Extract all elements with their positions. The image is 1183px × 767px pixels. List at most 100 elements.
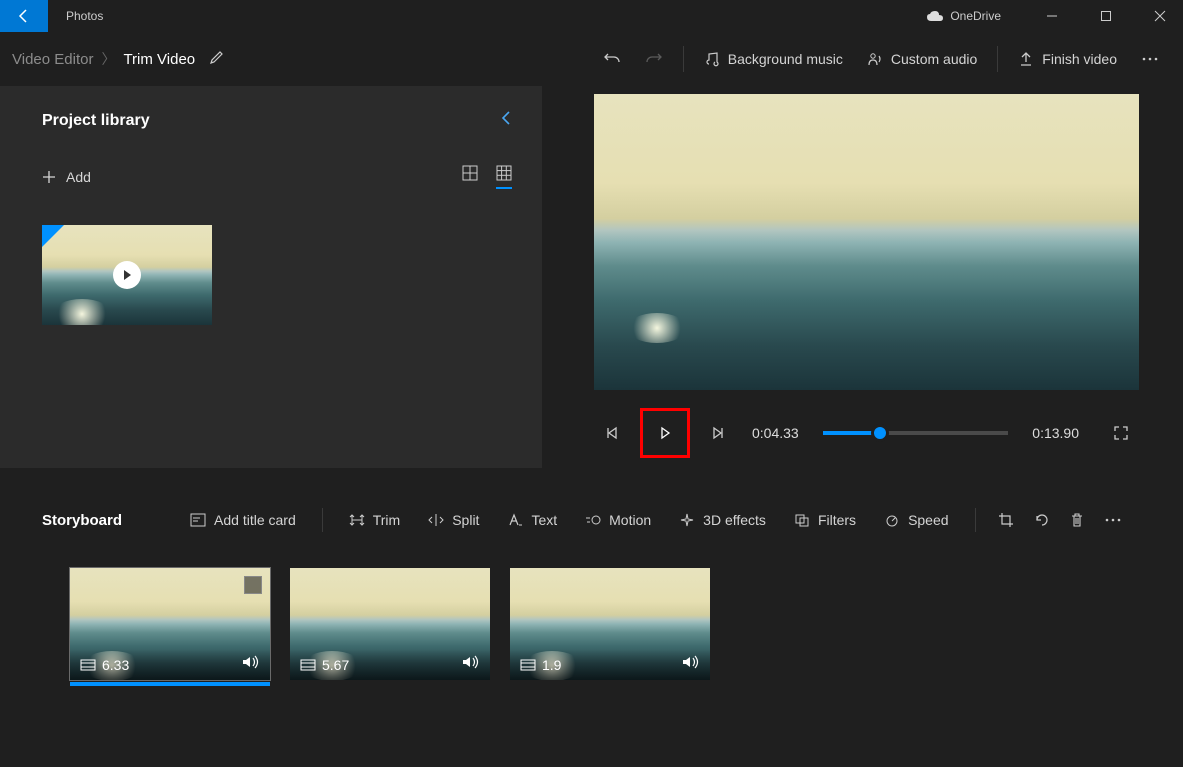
storyboard-title: Storyboard — [42, 512, 122, 529]
clip-volume-button[interactable] — [242, 655, 260, 674]
filters-button[interactable]: Filters — [782, 502, 868, 538]
undo-button[interactable] — [591, 41, 633, 77]
speed-label: Speed — [908, 512, 948, 528]
onedrive-button[interactable]: OneDrive — [926, 9, 1001, 23]
text-label: Text — [531, 512, 557, 528]
library-clip[interactable] — [42, 225, 212, 325]
add-title-card-label: Add title card — [214, 512, 296, 528]
view-small-button[interactable] — [496, 165, 512, 189]
text-button[interactable]: Text — [495, 502, 569, 538]
library-title: Project library — [42, 112, 150, 130]
separator — [322, 508, 323, 532]
redo-button[interactable] — [633, 41, 675, 77]
fullscreen-button[interactable] — [1103, 415, 1139, 451]
delete-button[interactable] — [1062, 502, 1092, 538]
speaker-icon — [462, 655, 480, 669]
background-music-button[interactable]: Background music — [692, 41, 855, 77]
breadcrumb-root[interactable]: Video Editor — [12, 51, 93, 68]
speaker-icon — [682, 655, 700, 669]
play-overlay-icon — [113, 261, 141, 289]
clip-duration: 5.67 — [322, 657, 349, 673]
split-button[interactable]: Split — [416, 502, 491, 538]
collapse-library-button[interactable] — [500, 110, 512, 131]
project-library-panel: Project library Add — [0, 86, 542, 468]
finish-video-label: Finish video — [1042, 51, 1117, 67]
trim-label: Trim — [373, 512, 400, 528]
film-icon — [520, 659, 536, 671]
clip-volume-button[interactable] — [462, 655, 480, 674]
film-icon — [300, 659, 316, 671]
add-label: Add — [66, 169, 91, 185]
step-back-button[interactable] — [594, 415, 630, 451]
storyboard-clip[interactable]: 1.9 — [510, 568, 710, 680]
trash-icon — [1070, 512, 1084, 528]
3d-effects-button[interactable]: 3D effects — [667, 502, 778, 538]
chevron-left-icon — [500, 110, 512, 126]
more-icon — [1141, 57, 1159, 61]
trim-button[interactable]: Trim — [337, 502, 412, 538]
cloud-icon — [926, 10, 944, 22]
separator — [975, 508, 976, 532]
filters-icon — [794, 513, 810, 527]
title-bar: Photos OneDrive — [0, 0, 1183, 32]
step-back-icon — [605, 426, 619, 440]
motion-button[interactable]: Motion — [573, 502, 663, 538]
seek-handle[interactable] — [871, 424, 889, 442]
grid-large-icon — [462, 165, 478, 181]
speed-button[interactable]: Speed — [872, 502, 960, 538]
app-title: Photos — [66, 9, 103, 23]
play-button[interactable] — [640, 408, 690, 458]
storyboard-toolbar: Storyboard Add title card Trim Split Tex… — [0, 494, 1183, 546]
storyboard-clips: 6.33 5.67 1.9 — [0, 546, 1183, 680]
more-button[interactable] — [1129, 41, 1171, 77]
close-button[interactable] — [1137, 0, 1183, 32]
motion-icon — [585, 513, 601, 527]
custom-audio-button[interactable]: Custom audio — [855, 41, 989, 77]
title-card-icon — [190, 513, 206, 527]
filters-label: Filters — [818, 512, 856, 528]
breadcrumb-current: Trim Video — [123, 51, 195, 68]
storyboard-clip[interactable]: 6.33 — [70, 568, 270, 680]
playback-controls: 0:04.33 0:13.90 — [594, 408, 1139, 458]
preview-video[interactable] — [594, 94, 1139, 390]
close-icon — [1154, 10, 1166, 22]
pencil-icon — [209, 49, 225, 65]
sparkle-icon — [679, 513, 695, 527]
add-title-card-button[interactable]: Add title card — [178, 502, 308, 538]
onedrive-label: OneDrive — [950, 9, 1001, 23]
clip-volume-button[interactable] — [682, 655, 700, 674]
minimize-button[interactable] — [1029, 0, 1075, 32]
grid-small-icon — [496, 165, 512, 181]
redo-icon — [645, 50, 663, 68]
minimize-icon — [1046, 10, 1058, 22]
clip-checkbox[interactable] — [244, 576, 262, 594]
speed-icon — [884, 513, 900, 527]
storyboard-clip[interactable]: 5.67 — [290, 568, 490, 680]
storyboard-more-button[interactable] — [1096, 502, 1130, 538]
add-media-button[interactable]: Add — [42, 169, 91, 185]
clip-duration: 1.9 — [542, 657, 561, 673]
finish-video-button[interactable]: Finish video — [1006, 41, 1129, 77]
play-icon — [658, 426, 672, 440]
seek-bar[interactable] — [823, 431, 1009, 435]
undo-icon — [603, 50, 621, 68]
back-button[interactable] — [0, 0, 48, 32]
crop-button[interactable] — [990, 502, 1022, 538]
view-large-button[interactable] — [462, 165, 478, 189]
maximize-icon — [1100, 10, 1112, 22]
plus-icon — [42, 170, 56, 184]
rename-button[interactable] — [209, 49, 225, 70]
rotate-button[interactable] — [1026, 502, 1058, 538]
split-icon — [428, 513, 444, 527]
crop-icon — [998, 512, 1014, 528]
step-forward-button[interactable] — [700, 415, 736, 451]
fullscreen-icon — [1113, 425, 1129, 441]
separator — [997, 46, 998, 72]
maximize-button[interactable] — [1083, 0, 1129, 32]
speaker-icon — [242, 655, 260, 669]
step-forward-icon — [711, 426, 725, 440]
motion-label: Motion — [609, 512, 651, 528]
clip-duration: 6.33 — [102, 657, 129, 673]
more-icon — [1104, 518, 1122, 522]
3d-effects-label: 3D effects — [703, 512, 766, 528]
